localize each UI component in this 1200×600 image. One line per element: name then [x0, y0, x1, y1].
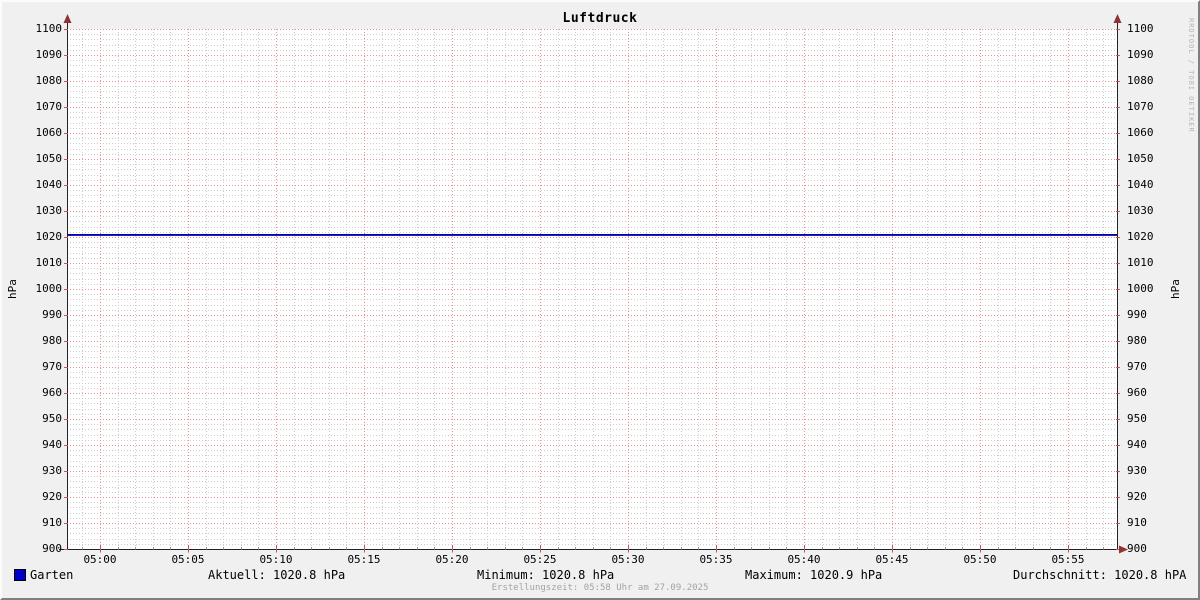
- y-tick-label: 990: [26, 308, 62, 321]
- y-tick-label: 980: [26, 334, 62, 347]
- y-tick-label: 1010: [1127, 256, 1163, 269]
- x-tick-label: 05:35: [690, 553, 742, 566]
- y-tick-label: 960: [26, 386, 62, 399]
- x-tick-label: 05:20: [426, 553, 478, 566]
- rrdtool-graph: Luftdruck RRDTOOL / TOBI OETIKER hPa hPa…: [0, 0, 1200, 600]
- x-tick-label: 05:15: [338, 553, 390, 566]
- x-tick-label: 05:05: [162, 553, 214, 566]
- y-tick-label: 1040: [1127, 178, 1163, 191]
- chart-grid-axes-and-line: [2, 2, 1198, 598]
- y-tick-label: 900: [1127, 542, 1163, 555]
- x-tick-label: 05:25: [514, 553, 566, 566]
- x-tick-label: 05:50: [954, 553, 1006, 566]
- y-tick-label: 1070: [26, 100, 62, 113]
- y-tick-label: 1050: [1127, 152, 1163, 165]
- y-tick-label: 1090: [1127, 48, 1163, 61]
- y-tick-label: 920: [1127, 490, 1163, 503]
- y-tick-label: 990: [1127, 308, 1163, 321]
- y-tick-label: 950: [1127, 412, 1163, 425]
- y-tick-label: 930: [26, 464, 62, 477]
- y-tick-label: 1000: [26, 282, 62, 295]
- y-tick-label: 1060: [1127, 126, 1163, 139]
- y-tick-label: 1050: [26, 152, 62, 165]
- y-tick-label: 980: [1127, 334, 1163, 347]
- stat-maximum: Maximum: 1020.9 hPa: [745, 568, 882, 582]
- stat-minimum: Minimum: 1020.8 hPa: [477, 568, 614, 582]
- y-tick-label: 1030: [26, 204, 62, 217]
- y-tick-label: 970: [26, 360, 62, 373]
- y-tick-label: 1020: [26, 230, 62, 243]
- y-tick-label: 1080: [26, 74, 62, 87]
- y-tick-label: 1100: [26, 22, 62, 35]
- y-tick-label: 1100: [1127, 22, 1163, 35]
- x-tick-label: 05:55: [1042, 553, 1094, 566]
- y-tick-label: 1080: [1127, 74, 1163, 87]
- y-tick-label: 1020: [1127, 230, 1163, 243]
- y-tick-label: 1070: [1127, 100, 1163, 113]
- y-tick-label: 1030: [1127, 204, 1163, 217]
- y-tick-label: 970: [1127, 360, 1163, 373]
- y-axis-label-left: hPa: [6, 274, 18, 304]
- y-axis-label-right: hPa: [1169, 274, 1181, 304]
- x-tick-label: 05:40: [778, 553, 830, 566]
- series-color-swatch: [14, 569, 26, 581]
- y-tick-label: 910: [26, 516, 62, 529]
- y-tick-label: 1040: [26, 178, 62, 191]
- y-tick-label: 960: [1127, 386, 1163, 399]
- series-label: Garten: [30, 568, 73, 582]
- stat-durchschnitt: Durchschnitt: 1020.8 hPA: [1013, 568, 1186, 582]
- stat-aktuell: Aktuell: 1020.8 hPa: [208, 568, 345, 582]
- y-tick-label: 930: [1127, 464, 1163, 477]
- y-tick-label: 1010: [26, 256, 62, 269]
- y-tick-label: 910: [1127, 516, 1163, 529]
- y-tick-label: 1060: [26, 126, 62, 139]
- x-tick-label: 05:30: [602, 553, 654, 566]
- x-tick-label: 05:10: [250, 553, 302, 566]
- x-tick-label: 05:45: [866, 553, 918, 566]
- y-tick-label: 920: [26, 490, 62, 503]
- y-tick-label: 940: [26, 438, 62, 451]
- y-tick-label: 940: [1127, 438, 1163, 451]
- x-tick-label: 05:00: [74, 553, 126, 566]
- y-tick-label: 900: [26, 542, 62, 555]
- y-tick-label: 950: [26, 412, 62, 425]
- y-tick-label: 1000: [1127, 282, 1163, 295]
- y-tick-label: 1090: [26, 48, 62, 61]
- creation-timestamp: Erstellungszeit: 05:58 Uhr am 27.09.2025: [2, 583, 1198, 593]
